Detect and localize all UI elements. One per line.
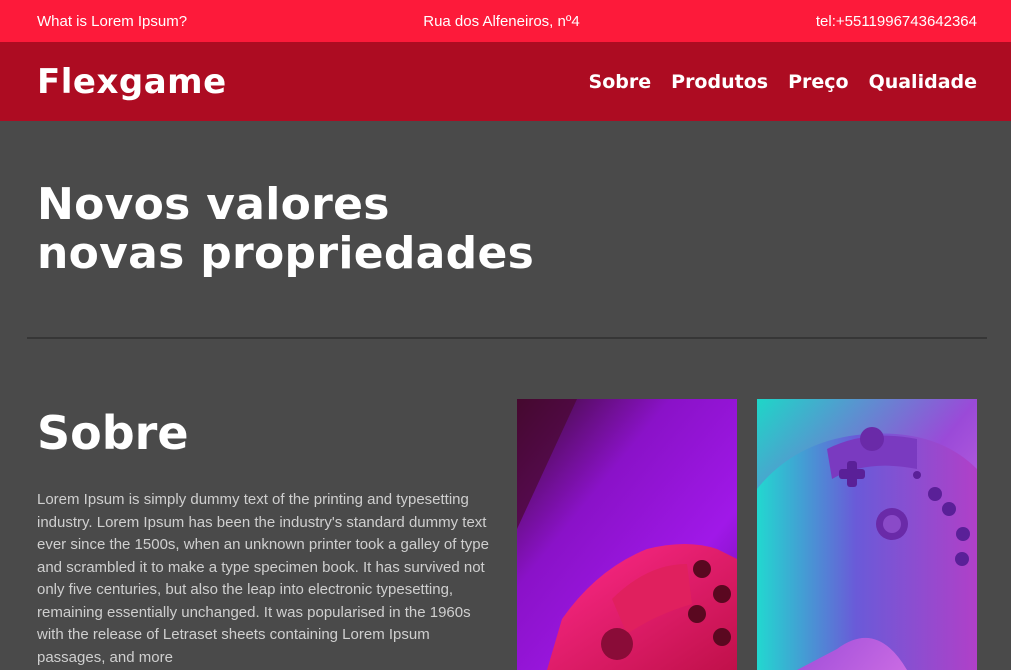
gamepad-photo-teal <box>757 399 977 670</box>
gamepad-photo-pink <box>517 399 737 670</box>
nav-link-sobre[interactable]: Sobre <box>589 71 652 93</box>
sobre-title: Sobre <box>37 406 189 460</box>
hero-title-line-1: Novos valores <box>37 179 390 230</box>
nav-link-preco[interactable]: Preço <box>788 71 849 93</box>
hero-title-line-2: novas propriedades <box>37 228 535 279</box>
main-navbar: Flexgame Sobre Produtos Preço Qualidade <box>0 42 1011 121</box>
nav-links: Sobre Produtos Preço Qualidade <box>589 71 977 93</box>
phone-link[interactable]: tel:+5511996743642364 <box>816 13 977 30</box>
gamepad-pink-image <box>517 399 737 670</box>
about-lorem-link[interactable]: What is Lorem Ipsum? <box>37 13 187 30</box>
nav-link-qualidade[interactable]: Qualidade <box>869 71 977 93</box>
gamepad-teal-image <box>757 399 977 670</box>
site-logo[interactable]: Flexgame <box>37 62 227 102</box>
nav-link-produtos[interactable]: Produtos <box>671 71 768 93</box>
address-text: Rua dos Alfeneiros, nº4 <box>423 12 580 30</box>
hero-title: Novos valores novas propriedades <box>37 180 534 278</box>
section-divider <box>27 337 987 339</box>
top-info-bar: What is Lorem Ipsum? Rua dos Alfeneiros,… <box>0 0 1011 42</box>
sobre-text: Lorem Ipsum is simply dummy text of the … <box>37 491 489 666</box>
